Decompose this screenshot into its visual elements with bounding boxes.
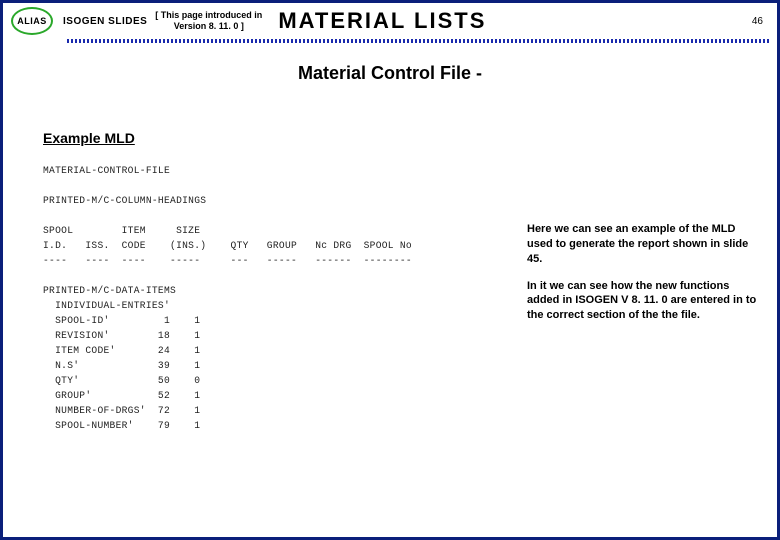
alias-badge: ALIAS [11,7,53,35]
version-note-line1: [ This page introduced in [155,10,262,21]
isogen-slides-label: ISOGEN SLIDES [63,16,147,27]
explanation-p2: In it we can see how the new functions a… [527,279,757,324]
mld-code-block: MATERIAL-CONTROL-FILE PRINTED-M/C-COLUMN… [43,164,412,434]
slide-subtitle: Material Control File - [3,63,777,84]
example-heading: Example MLD [43,130,777,146]
content-row: MATERIAL-CONTROL-FILE PRINTED-M/C-COLUMN… [3,164,777,434]
alias-badge-text: ALIAS [17,16,47,26]
explanation-p1: Here we can see an example of the MLD us… [527,222,757,267]
header-divider [67,39,769,43]
slide-title: MATERIAL LISTS [278,8,752,34]
page-number: 46 [752,16,763,27]
explanation-block: Here we can see an example of the MLD us… [527,164,757,434]
slide-header: ALIAS ISOGEN SLIDES [ This page introduc… [3,3,777,39]
version-note-line2: Version 8. 11. 0 ] [155,21,262,32]
version-note: [ This page introduced in Version 8. 11.… [155,10,262,32]
